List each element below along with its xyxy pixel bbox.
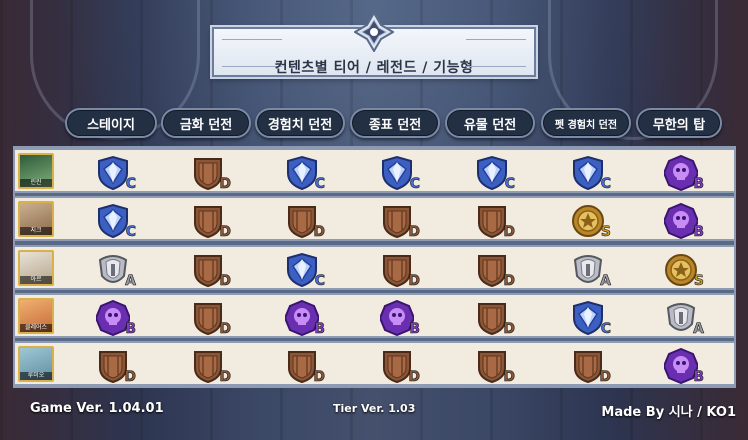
wooden-shield-icon: D <box>571 348 611 384</box>
column-header: 무한의 탑 <box>636 108 722 138</box>
author-credit: Made By 시나 / KO1 <box>601 405 736 420</box>
purple-skull-emblem-icon: B <box>96 300 136 336</box>
wooden-shield-icon: D <box>475 300 515 336</box>
tier-row: 아르 A D C D D A S <box>13 245 736 290</box>
wooden-shield-icon: D <box>285 203 325 239</box>
tier-version: Tier Ver. 1.03 <box>333 402 416 415</box>
grade-letter: D <box>219 321 231 337</box>
tier-row: 클레어스 B D B B D C A <box>13 293 736 338</box>
character-name: 린린 <box>20 179 52 187</box>
purple-skull-emblem-icon: B <box>664 203 704 239</box>
grade-letter: C <box>125 176 136 192</box>
wooden-shield-icon: D <box>475 252 515 288</box>
silver-crest-icon: A <box>571 252 611 288</box>
grade-letter: D <box>219 273 231 289</box>
grade-letter: S <box>693 273 705 289</box>
blue-gem-shield-icon: C <box>285 252 325 288</box>
grade-letter: A <box>600 273 611 289</box>
grade-letter: D <box>313 224 325 240</box>
wooden-shield-icon: D <box>285 348 325 384</box>
grade-letter: B <box>125 321 136 337</box>
grade-letter: C <box>125 224 136 240</box>
grade-letter: B <box>693 176 704 192</box>
grade-letter: C <box>314 176 325 192</box>
purple-skull-emblem-icon: B <box>664 155 704 191</box>
wooden-shield-icon: D <box>191 252 231 288</box>
grade-letter: C <box>600 321 611 337</box>
purple-skull-emblem-icon: B <box>380 300 420 336</box>
wooden-shield-icon: D <box>475 348 515 384</box>
game-version: Game Ver. 1.04.01 <box>30 401 164 416</box>
grade-letter: A <box>125 273 136 289</box>
grade-letter: B <box>693 369 704 385</box>
silver-crest-icon: A <box>664 300 704 336</box>
grade-letter: D <box>503 369 515 385</box>
crest-emblem-icon <box>354 12 394 52</box>
character-name: 루미오 <box>20 372 52 380</box>
grade-letter: D <box>503 273 515 289</box>
blue-gem-shield-icon: C <box>571 155 611 191</box>
gold-medal-icon: S <box>571 203 611 239</box>
wooden-shield-icon: D <box>380 252 420 288</box>
column-header: 경험치 던전 <box>255 108 345 138</box>
tier-row: 지크 C D D D D S B <box>13 196 736 241</box>
silver-crest-icon: A <box>96 252 136 288</box>
column-header: 스테이지 <box>65 108 157 138</box>
column-header: 펫 경험치 던전 <box>541 108 631 138</box>
blue-gem-shield-icon: C <box>96 155 136 191</box>
character-portrait: 린린 <box>18 153 54 189</box>
purple-skull-emblem-icon: B <box>285 300 325 336</box>
grade-letter: C <box>600 176 611 192</box>
blue-gem-shield-icon: C <box>285 155 325 191</box>
character-portrait: 클레어스 <box>18 298 54 334</box>
blue-gem-shield-icon: C <box>96 203 136 239</box>
wooden-shield-icon: D <box>191 203 231 239</box>
gold-medal-icon: S <box>664 252 704 288</box>
grade-letter: C <box>504 176 515 192</box>
grade-letter: S <box>600 224 612 240</box>
grade-letter: D <box>219 369 231 385</box>
grade-letter: C <box>409 176 420 192</box>
blue-gem-shield-icon: C <box>475 155 515 191</box>
character-name: 아르 <box>20 276 52 284</box>
tier-row: 린린 C D C C C C B <box>13 148 736 193</box>
grade-letter: D <box>503 321 515 337</box>
wooden-shield-icon: D <box>475 203 515 239</box>
character-name: 지크 <box>20 227 52 235</box>
purple-skull-emblem-icon: B <box>664 348 704 384</box>
grade-letter: D <box>599 369 611 385</box>
wooden-shield-icon: D <box>380 203 420 239</box>
character-portrait: 아르 <box>18 250 54 286</box>
character-name: 클레어스 <box>20 324 52 332</box>
grade-letter: B <box>314 321 325 337</box>
wooden-shield-icon: D <box>96 348 136 384</box>
character-portrait: 루미오 <box>18 346 54 382</box>
grade-letter: D <box>408 273 420 289</box>
grade-letter: B <box>693 224 704 240</box>
tier-row: 루미오 D D D D D D B <box>13 341 736 386</box>
wooden-shield-icon: D <box>191 348 231 384</box>
grade-letter: D <box>408 369 420 385</box>
grade-letter: D <box>124 369 136 385</box>
grade-letter: D <box>408 224 420 240</box>
column-header: 금화 던전 <box>161 108 251 138</box>
wooden-shield-icon: D <box>191 155 231 191</box>
grade-letter: D <box>219 176 231 192</box>
character-portrait: 지크 <box>18 201 54 237</box>
wooden-shield-icon: D <box>380 348 420 384</box>
grade-letter: B <box>409 321 420 337</box>
blue-gem-shield-icon: C <box>571 300 611 336</box>
page-title: 컨텐츠별 티어 / 레전드 / 기능형 <box>274 60 474 76</box>
grade-letter: D <box>313 369 325 385</box>
column-header: 유물 던전 <box>445 108 535 138</box>
grade-letter: D <box>219 224 231 240</box>
blue-gem-shield-icon: C <box>380 155 420 191</box>
grade-letter: C <box>314 273 325 289</box>
grade-letter: D <box>503 224 515 240</box>
column-header: 종표 던전 <box>350 108 440 138</box>
wooden-shield-icon: D <box>191 300 231 336</box>
grade-letter: A <box>693 321 704 337</box>
